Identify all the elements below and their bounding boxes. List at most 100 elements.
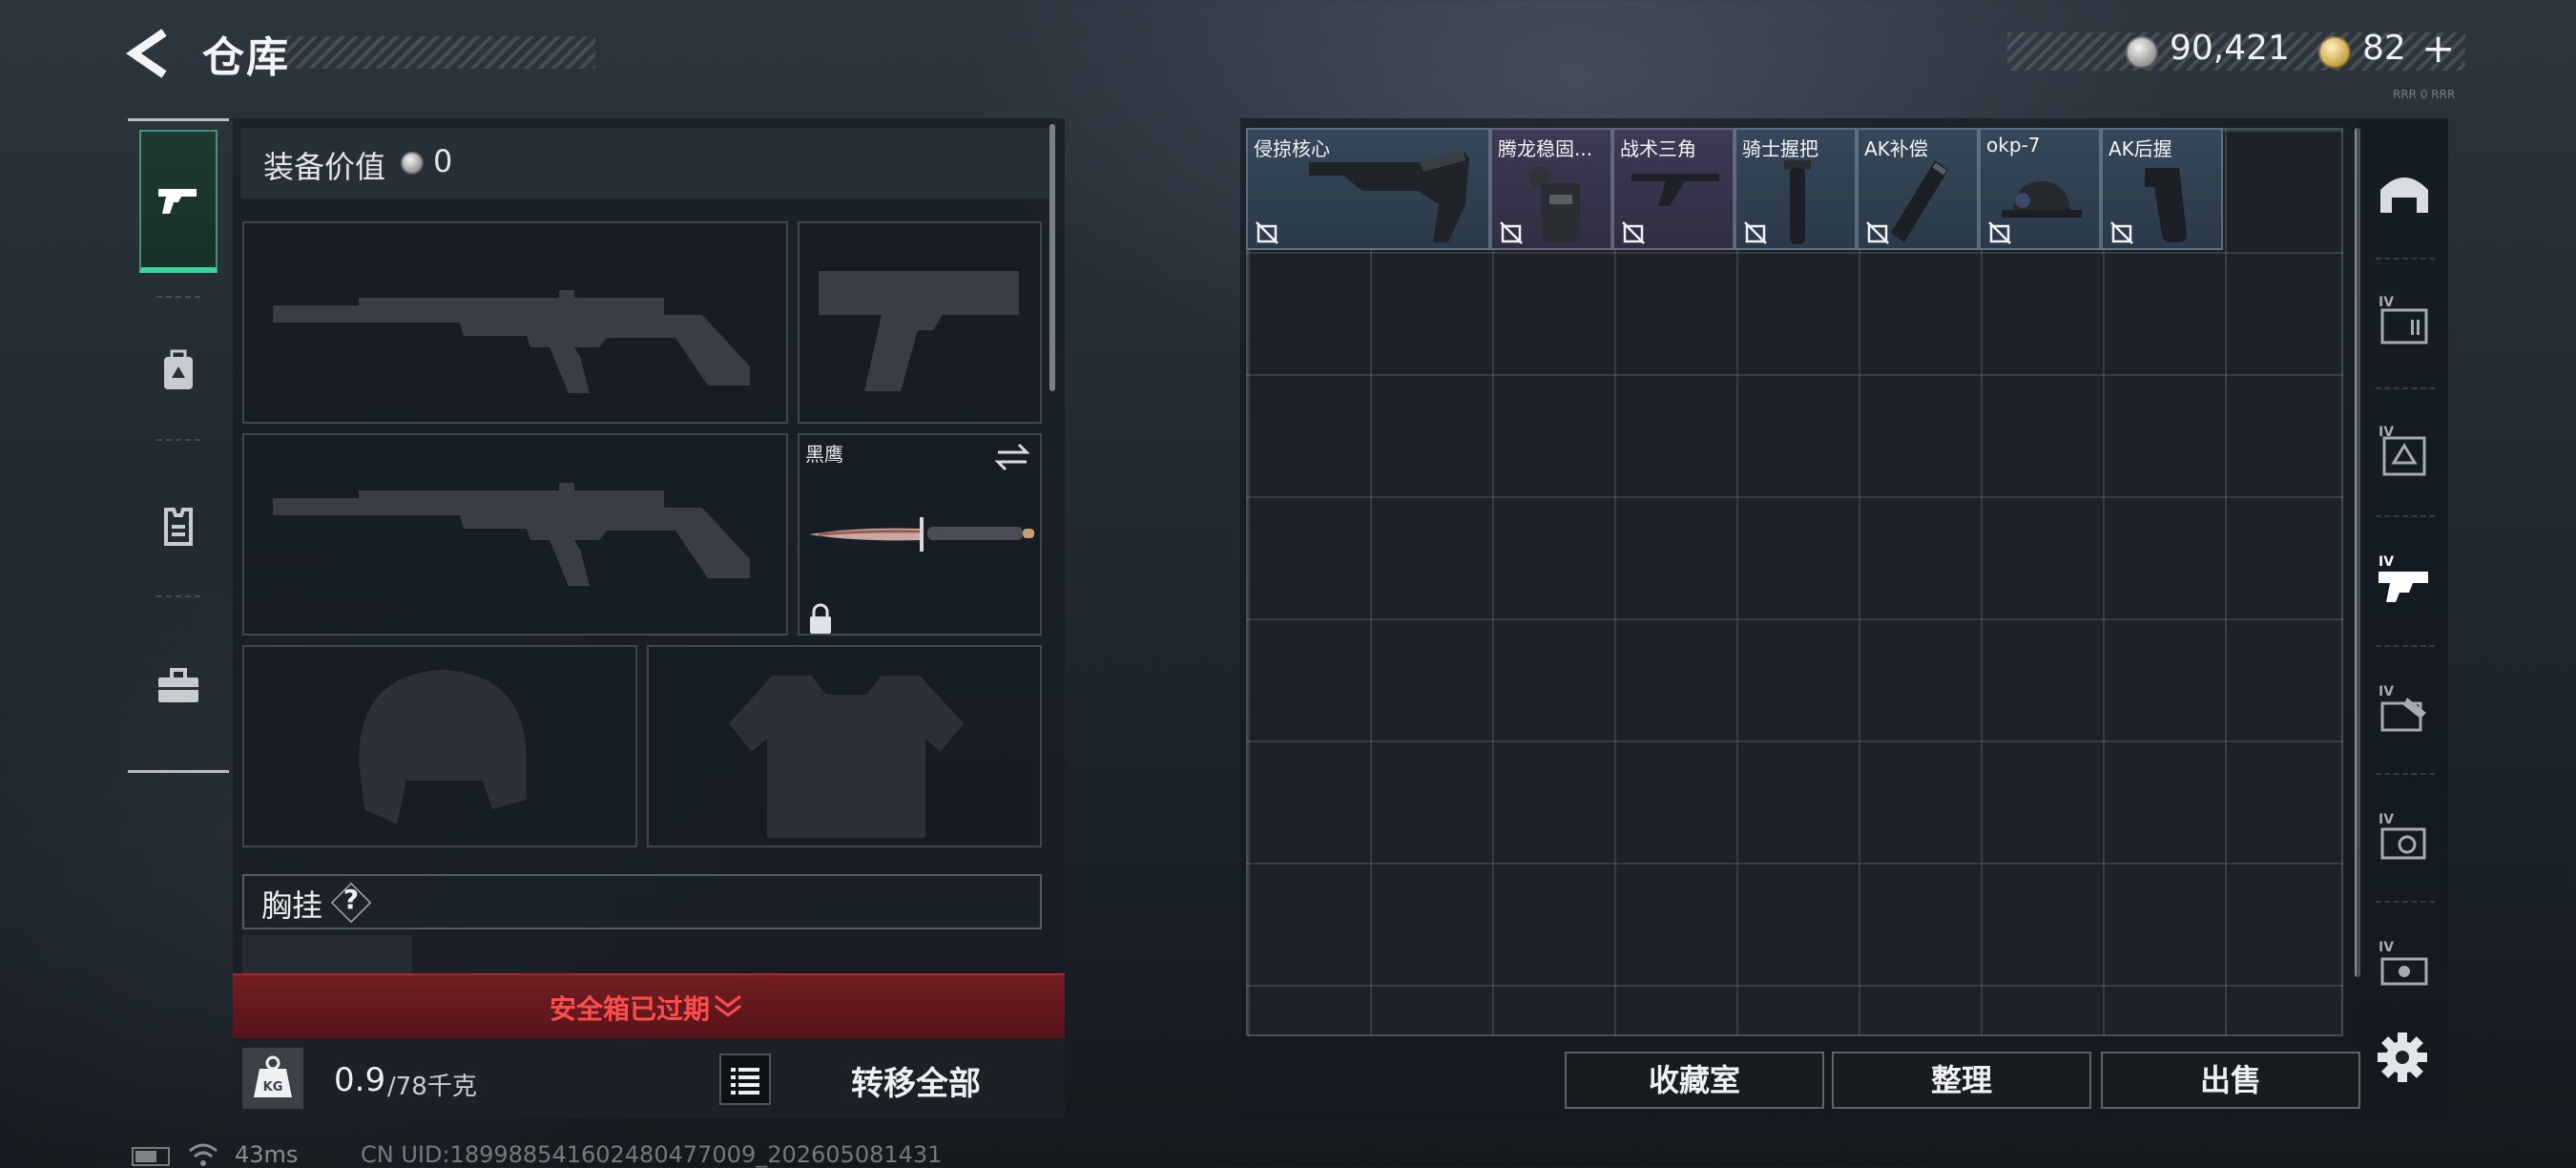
tab-separator [156,296,200,298]
pistol-slot[interactable] [798,221,1042,424]
tab-weapons[interactable] [139,130,218,273]
category-tab-tools[interactable]: IV [2366,653,2442,767]
svg-text:IV: IV [2379,684,2394,699]
collection-room-button[interactable]: 收藏室 [1565,1052,1824,1109]
category-tab-all[interactable] [2366,137,2442,252]
header-tiny-label: RRR 0 RRR [2393,88,2456,101]
primary-weapon-slot[interactable] [242,221,788,424]
toolbox-icon [158,668,198,702]
category-tab-valuables[interactable]: IV [2366,781,2442,895]
storage-item-okp7-sight[interactable]: okp-7 [1979,128,2101,250]
helmet-slot[interactable] [242,645,637,847]
no-trade-icon [2110,221,2133,244]
pistol-icon [158,189,197,214]
vertical-grip-icon [1784,160,1811,244]
item-name: 腾龙稳固... [1498,137,1593,160]
melee-weapon-name: 黑鹰 [805,443,843,466]
rifle-silhouette-icon [273,290,750,393]
storage-item-stock-adapter[interactable]: 腾龙稳固... [1490,128,1612,250]
storage-item-pistol-grip[interactable]: AK后握 [2101,128,2223,250]
rifle-stock-icon [1309,151,1469,242]
weapon-parts-category-icon: IV [2379,554,2428,602]
back-button[interactable] [122,25,179,82]
silver-coin-icon [2126,36,2158,69]
weight-current: 0.9 [334,1061,386,1099]
chest-rig-slot[interactable] [242,935,412,977]
angled-grip-icon [1631,174,1719,206]
weight-icon: KG [242,1048,303,1109]
tab-separator [2376,773,2435,775]
backpack-icon [164,349,193,389]
item-name: AK后握 [2109,137,2172,160]
sell-button[interactable]: 出售 [2101,1052,2360,1109]
item-name: 骑士握把 [1742,137,1818,160]
equipment-value: 0 [433,143,453,179]
medical-category-icon: IV [2379,425,2426,476]
equipment-scrollbar[interactable] [1049,124,1055,391]
helmet-silhouette-icon [359,670,527,824]
chevron-down-icon [712,992,744,1021]
gold-coin-icon [2318,36,2351,69]
category-tab-weapon-parts[interactable]: IV [2366,523,2442,637]
tabs-top-border [128,118,229,121]
add-currency-button[interactable]: + [2421,25,2455,72]
help-question-mark[interactable]: ? [340,884,363,915]
category-tab-misc[interactable]: IV [2366,908,2442,1023]
storage-item-invasion-core[interactable]: 侵掠核心 [1246,128,1490,250]
storage-item-vertical-grip[interactable]: 骑士握把 [1735,128,1857,250]
item-name: okp-7 [1986,134,2041,156]
tab-separator [156,439,200,441]
no-trade-icon [1500,221,1523,244]
category-tab-ammo[interactable]: IV [2366,263,2442,378]
tab-separator [2376,515,2435,517]
gear-icon[interactable] [2376,1031,2429,1084]
battery-level [135,1151,156,1162]
tab-vest[interactable] [139,454,218,597]
svg-text:IV: IV [2379,812,2394,827]
pistol-silhouette-icon [819,271,1019,391]
tools-category-icon: IV [2379,684,2426,732]
tab-backpack[interactable] [139,300,218,443]
svg-text:IV: IV [2379,554,2394,570]
ammo-category-icon: IV [2379,295,2428,344]
chest-rig-label: 胸挂 [261,887,323,924]
no-trade-icon [1988,221,2011,244]
tab-toolbox[interactable] [139,615,218,758]
uid-text: CN UID:18998854160248047700​9_2026050814… [361,1141,943,1168]
title-decoration [286,36,595,69]
silver-currency-value: 90,421 [2170,29,2290,68]
silver-coin-icon [401,152,424,175]
ping-text: 43ms [235,1141,299,1168]
tab-separator [2376,387,2435,389]
no-trade-icon [1744,221,1767,244]
secondary-weapon-slot[interactable] [242,433,788,636]
red-dot-sight-icon [2002,181,2082,218]
tab-separator [156,595,200,597]
list-view-button[interactable] [719,1053,771,1105]
sort-button[interactable]: 整理 [1832,1052,2091,1109]
pistol-grip-icon [2145,168,2187,242]
misc-category-icon: IV [2379,940,2428,986]
page-title: 仓库 [202,33,290,82]
svg-text:IV: IV [2379,295,2394,310]
equipment-value-label: 装备价值 [263,149,386,185]
armor-slot[interactable] [647,645,1042,847]
no-trade-icon [1866,221,1889,244]
storage-item-compensator[interactable]: AK补偿 [1857,128,1979,250]
vest-icon [164,508,193,546]
valuables-category-icon: IV [2379,812,2426,860]
stock-adapter-icon [1528,166,1580,242]
all-items-icon [2380,177,2428,213]
storage-grid[interactable] [1246,128,2343,1036]
gold-currency-value: 82 [2362,29,2406,68]
storage-item-angled-grip[interactable]: 战术三角 [1612,128,1735,250]
transfer-all-button[interactable]: 转移全部 [801,1057,1030,1105]
swap-icon[interactable] [994,439,1030,475]
category-tab-medical[interactable]: IV [2366,393,2442,508]
no-trade-icon [1622,221,1645,244]
tab-separator [2376,901,2435,903]
weight-max: /78千克 [387,1073,477,1101]
back-arrow-icon [126,29,167,78]
svg-text:IV: IV [2379,940,2394,955]
tab-separator [2376,258,2435,260]
